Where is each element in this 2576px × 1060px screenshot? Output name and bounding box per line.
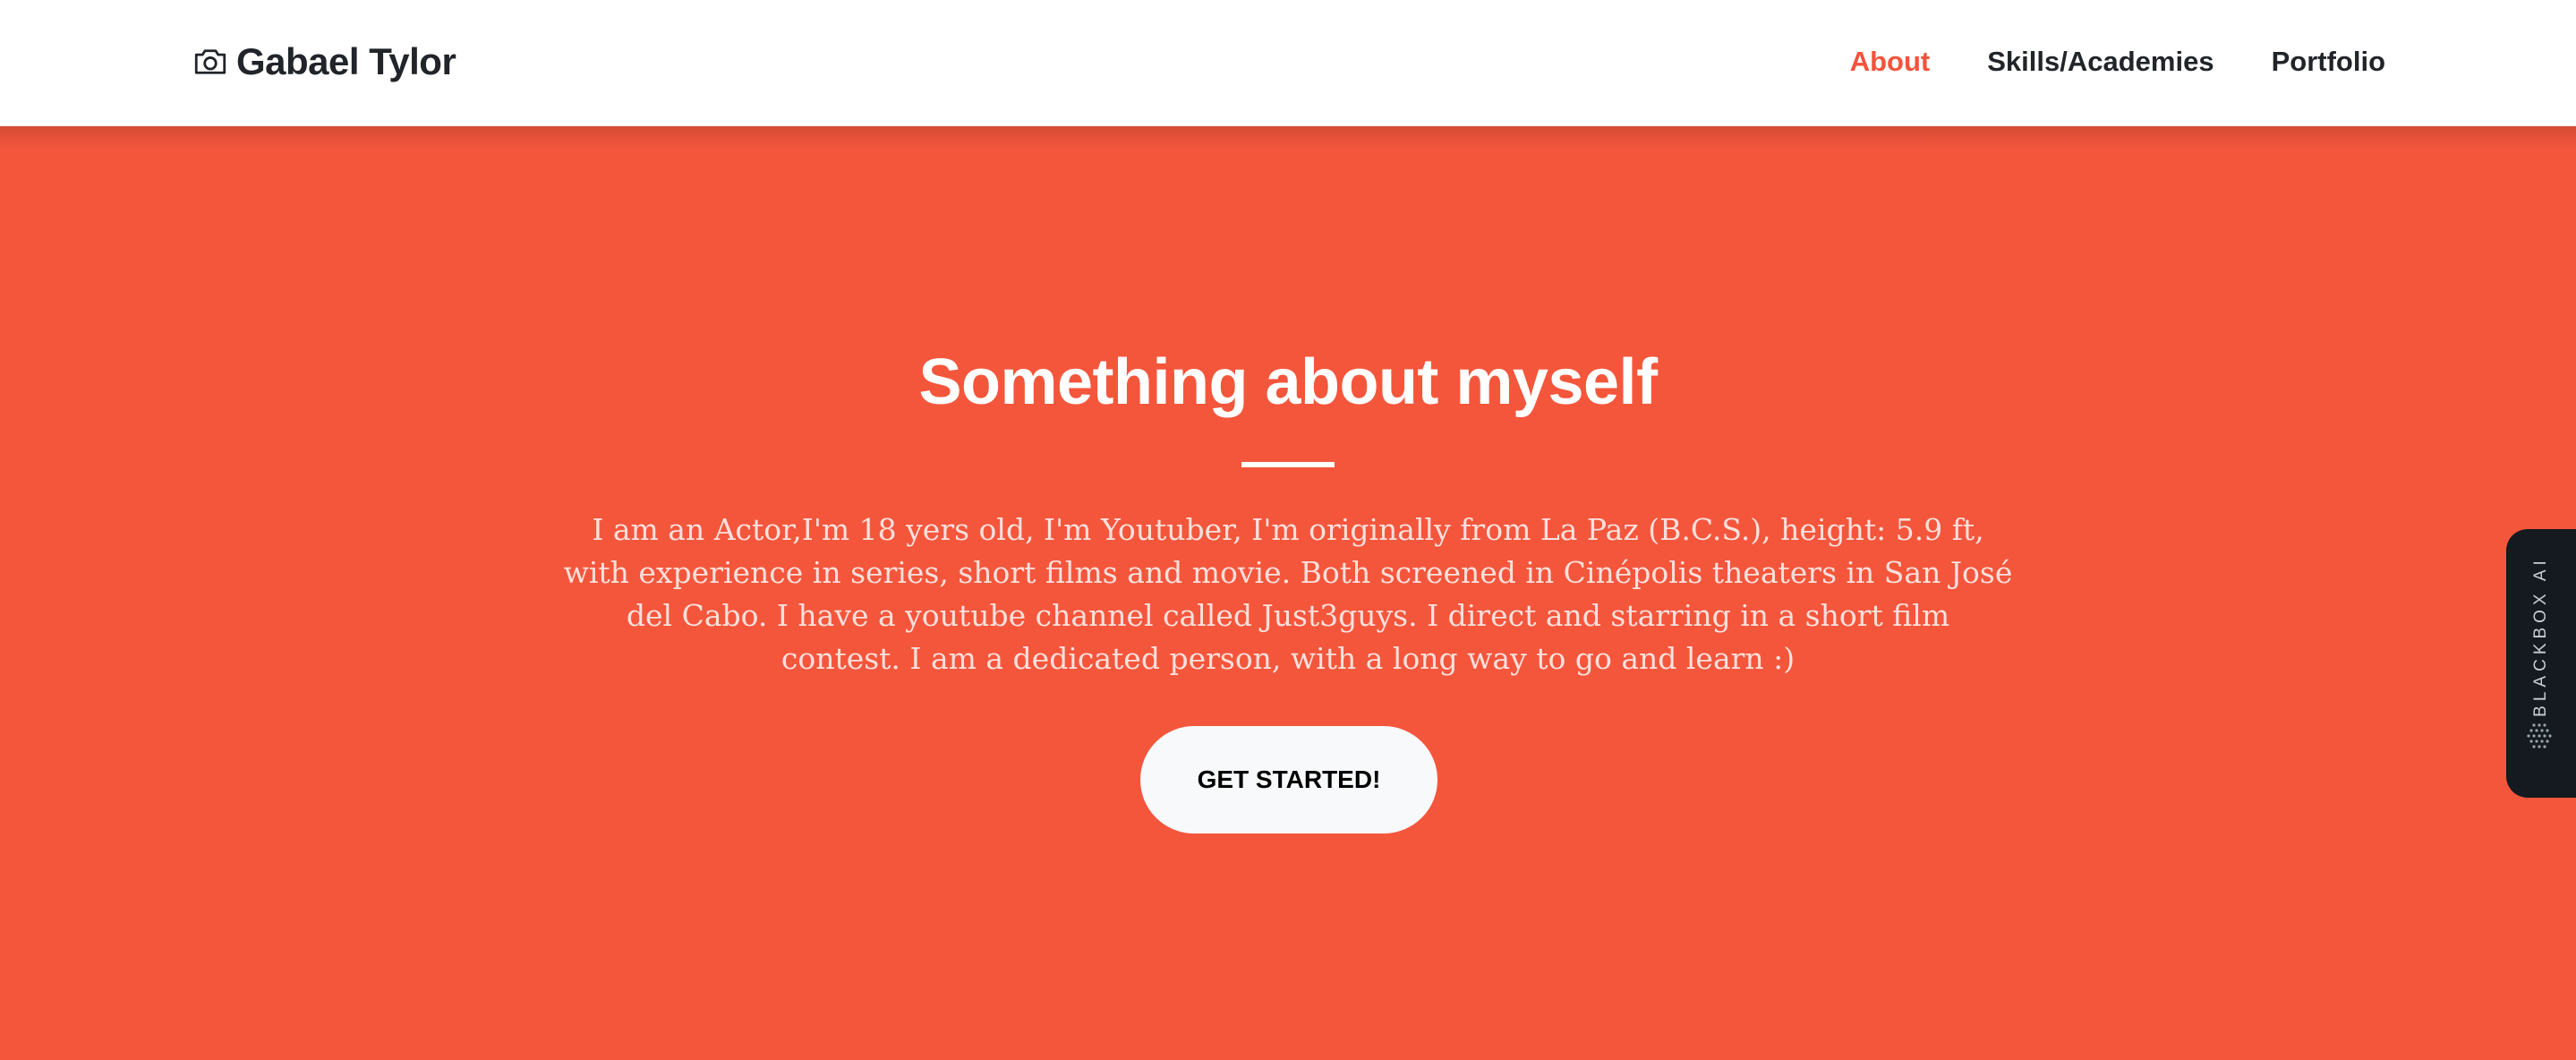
nav-links: About Skills/Academies Portfolio xyxy=(1850,38,2385,86)
side-tab-label: BLACKBOX AI xyxy=(2531,556,2550,717)
brand-link[interactable]: Gabael Tylor xyxy=(192,34,456,90)
nav-link-skills-academies[interactable]: Skills/Academies xyxy=(1987,46,2213,78)
navbar-shadow xyxy=(0,126,2576,150)
blackbox-ai-side-tab[interactable]: BLACKBOX AI xyxy=(2506,529,2576,798)
title-divider xyxy=(1241,462,1335,467)
hero-description: I am an Actor,I'm 18 yers old, I'm Youtu… xyxy=(563,512,2013,676)
hero-title: Something about myself xyxy=(918,346,1658,418)
get-started-button[interactable]: GET STARTED! xyxy=(1140,726,1437,833)
nav-link-about[interactable]: About xyxy=(1850,46,1931,78)
brand-name: Gabael Tylor xyxy=(236,40,456,82)
navbar: Gabael Tylor About Skills/Academies Port… xyxy=(0,0,2576,126)
blackbox-logo-icon xyxy=(2524,717,2558,751)
camera-icon xyxy=(192,43,229,81)
nav-link-portfolio[interactable]: Portfolio xyxy=(2272,46,2385,78)
